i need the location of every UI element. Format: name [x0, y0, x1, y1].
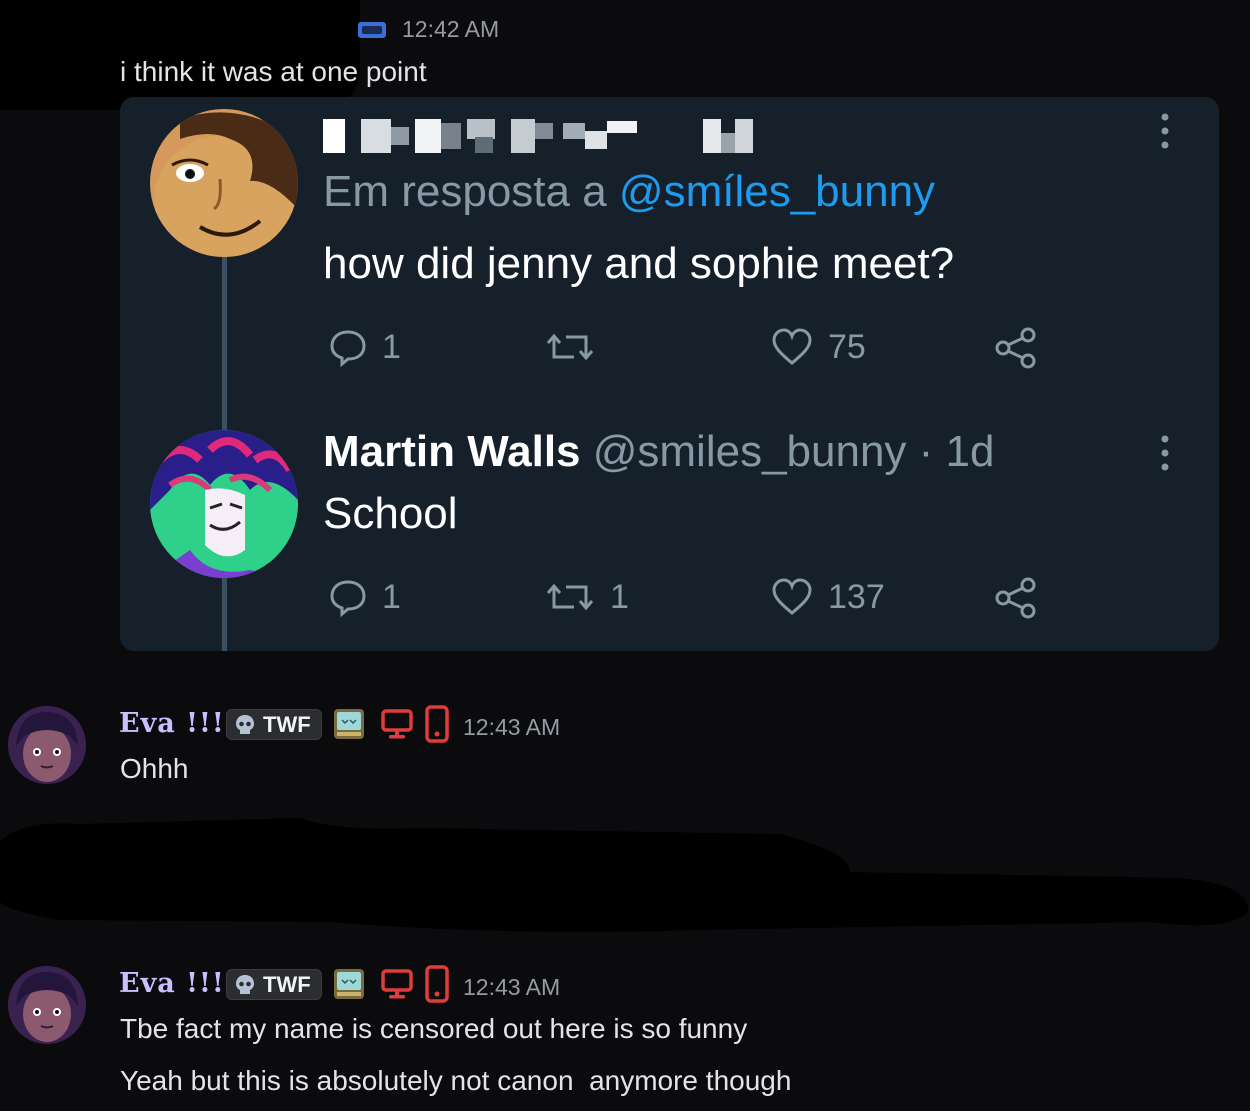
server-tag[interactable]: TWF — [226, 709, 322, 740]
avatar-martin-walls — [150, 430, 298, 578]
message-timestamp: 12:43 AM — [463, 714, 561, 740]
skull-icon — [236, 714, 254, 734]
heart-icon — [772, 328, 812, 365]
pixelated-censored-name — [323, 119, 753, 153]
tweet-author-name[interactable]: Martin Walls — [323, 427, 581, 476]
tweet-screenshot-image[interactable]: Em resposta a @smíles_bunny how did jenn… — [120, 97, 1219, 651]
redacted-avatar — [0, 40, 90, 106]
server-tag-label: TWF — [263, 971, 311, 997]
message-text: i think it was at one point — [120, 56, 427, 87]
like-action[interactable]: 75 — [770, 327, 866, 367]
like-count: 75 — [828, 327, 866, 366]
desktop-status-icon — [381, 709, 413, 739]
reply-bubble-icon — [330, 580, 366, 617]
reply-count: 1 — [382, 327, 401, 366]
heart-icon — [772, 578, 812, 615]
redacted-message — [0, 818, 1249, 932]
reply-action[interactable]: 1 — [328, 577, 401, 617]
message-text: Ohhh — [120, 753, 189, 784]
avatar[interactable] — [8, 966, 86, 1044]
server-tag[interactable]: TWF — [226, 969, 322, 1000]
robot-badge-icon — [334, 709, 364, 739]
role-badge-icon — [358, 22, 386, 38]
tweet-author-handle-time: @smiles_bunny · 1d — [580, 427, 995, 476]
username[interactable]: Eva !!! — [119, 968, 225, 999]
share-icon[interactable] — [994, 327, 1038, 369]
more-options-icon[interactable] — [1160, 433, 1170, 473]
skull-icon — [236, 974, 254, 994]
username[interactable]: Eva !!! — [119, 708, 225, 739]
retweet-icon — [546, 333, 594, 361]
message-timestamp: 12:42 AM — [402, 16, 500, 42]
reply-to-line: Em resposta a @smíles_bunny — [323, 167, 935, 217]
share-icon[interactable] — [994, 577, 1038, 619]
tweet-text: how did jenny and sophie meet? — [323, 239, 955, 288]
more-options-icon[interactable] — [1160, 111, 1170, 151]
tweet-text: School — [323, 489, 458, 538]
retweet-action[interactable]: 1 — [544, 577, 629, 617]
reply-mention-link[interactable]: @smíles_bunny — [619, 167, 935, 216]
retweet-action[interactable] — [544, 327, 596, 367]
robot-badge-icon — [334, 969, 364, 999]
retweet-icon — [546, 583, 594, 611]
message-text: Yeah but this is absolutely not canon an… — [120, 1065, 792, 1096]
server-tag-label: TWF — [263, 711, 311, 737]
message-text: Tbe fact my name is censored out here is… — [120, 1013, 748, 1044]
reply-action[interactable]: 1 — [328, 327, 401, 367]
avatar-cartoon-face — [150, 109, 298, 257]
mobile-status-icon — [425, 965, 449, 1003]
reply-count: 1 — [382, 577, 401, 616]
tweet-author-line: Martin Walls @smiles_bunny · 1d — [323, 427, 994, 477]
reply-prefix: Em resposta a — [323, 167, 619, 216]
reply-bubble-icon — [330, 330, 366, 367]
retweet-count: 1 — [610, 577, 629, 616]
like-action[interactable]: 137 — [770, 577, 885, 617]
avatar[interactable] — [8, 706, 86, 784]
desktop-status-icon — [381, 969, 413, 999]
message-timestamp: 12:43 AM — [463, 974, 561, 1000]
like-count: 137 — [828, 577, 885, 616]
mobile-status-icon — [425, 705, 449, 743]
